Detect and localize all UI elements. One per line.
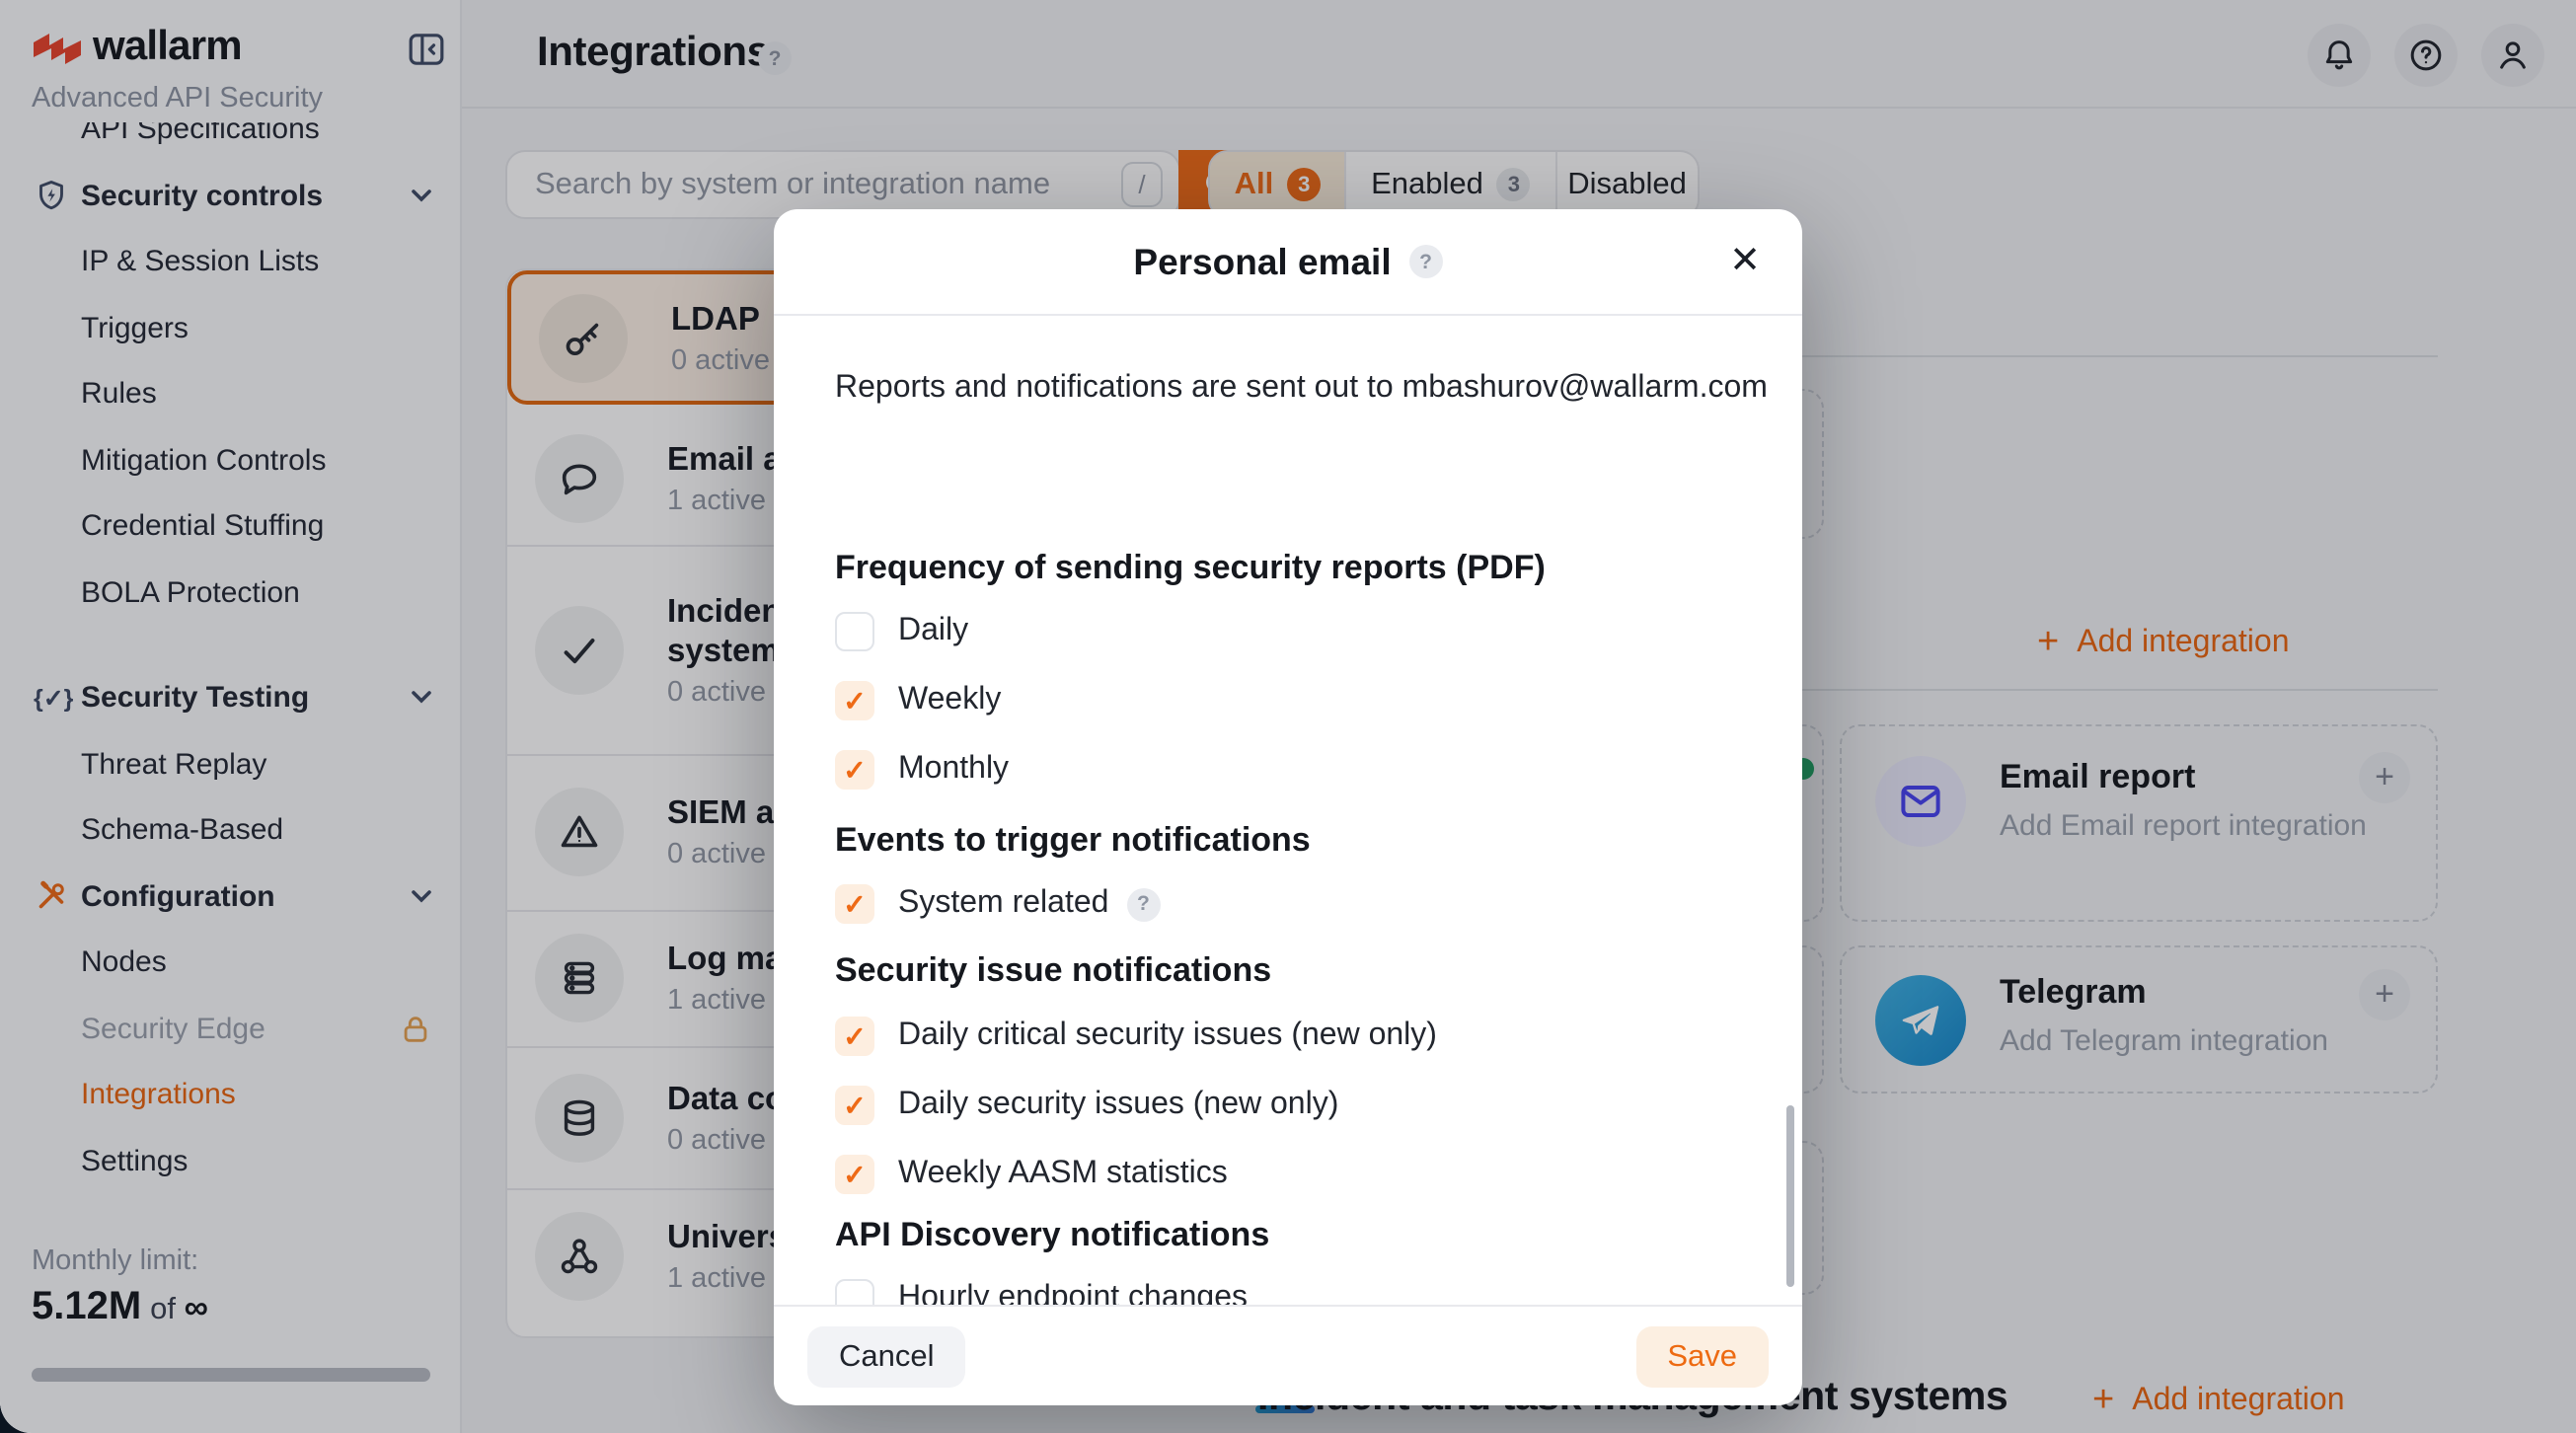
section-heading-api-discovery: API Discovery notifications — [835, 1216, 1269, 1255]
option-weekly-aasm[interactable]: ✓ Weekly AASM statistics — [835, 1155, 1228, 1194]
modal-body: Reports and notifications are sent out t… — [774, 318, 1802, 1305]
option-label: Daily — [898, 614, 968, 649]
modal-footer: Cancel Save — [774, 1305, 1802, 1405]
checkbox[interactable]: ✓ — [835, 884, 874, 924]
option-daily[interactable]: ✓ Daily — [835, 612, 968, 651]
option-label: Weekly — [898, 683, 1001, 718]
option-monthly[interactable]: ✓ Monthly — [835, 750, 1009, 790]
modal-intro-text: Reports and notifications are sent out t… — [835, 371, 1768, 407]
modal-title: Personal email — [1133, 240, 1391, 283]
cancel-button[interactable]: Cancel — [807, 1326, 966, 1388]
option-label: Daily security issues (new only) — [898, 1088, 1338, 1123]
option-system-related[interactable]: ✓ System related ? — [835, 884, 1160, 924]
option-hourly-endpoint[interactable]: ✓ Hourly endpoint changes — [835, 1279, 1248, 1305]
option-label: Hourly endpoint changes — [898, 1281, 1248, 1305]
option-label: Monthly — [898, 752, 1009, 788]
option-label: Weekly AASM statistics — [898, 1157, 1228, 1192]
option-daily-security[interactable]: ✓ Daily security issues (new only) — [835, 1086, 1338, 1125]
checkbox[interactable]: ✓ — [835, 750, 874, 790]
checkbox[interactable]: ✓ — [835, 681, 874, 720]
personal-email-modal: Personal email ? ✕ Reports and notificat… — [774, 209, 1802, 1405]
option-label: System related — [898, 886, 1108, 922]
modal-scrollbar-thumb[interactable] — [1785, 1105, 1794, 1287]
option-daily-critical[interactable]: ✓ Daily critical security issues (new on… — [835, 1017, 1437, 1056]
checkbox[interactable]: ✓ — [835, 1155, 874, 1194]
checkbox[interactable]: ✓ — [835, 1017, 874, 1056]
app-window: API Specifications Security controls IP … — [0, 0, 2576, 1433]
modal-title-help-icon[interactable]: ? — [1409, 245, 1443, 278]
section-heading-security-issues: Security issue notifications — [835, 951, 1271, 991]
save-button[interactable]: Save — [1635, 1326, 1769, 1388]
checkbox[interactable]: ✓ — [835, 612, 874, 651]
option-label: Daily critical security issues (new only… — [898, 1018, 1437, 1054]
section-heading-frequency: Frequency of sending security reports (P… — [835, 549, 1546, 588]
modal-header: Personal email ? ✕ — [774, 209, 1802, 316]
option-help-icon[interactable]: ? — [1126, 887, 1160, 921]
checkbox[interactable]: ✓ — [835, 1279, 874, 1305]
checkbox[interactable]: ✓ — [835, 1086, 874, 1125]
close-icon[interactable]: ✕ — [1719, 237, 1771, 288]
option-weekly[interactable]: ✓ Weekly — [835, 681, 1001, 720]
section-heading-events: Events to trigger notifications — [835, 821, 1311, 861]
